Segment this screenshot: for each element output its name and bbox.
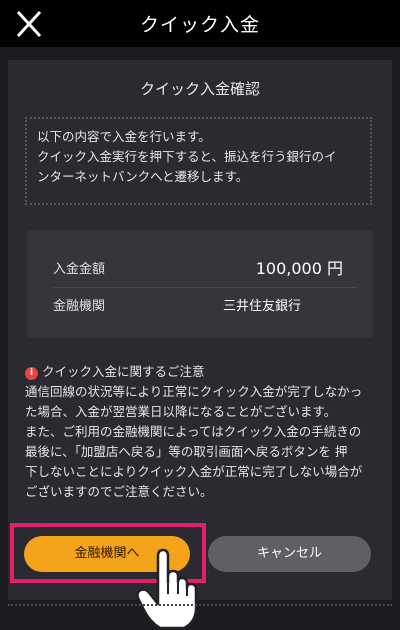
institution-value: 三井住友銀行 xyxy=(223,299,302,314)
info-icon: i xyxy=(25,367,38,380)
amount-value: 100,000 円 xyxy=(255,259,343,278)
notice-box: 以下の内容で入金を行います。 クイック入金実行を押下すると、振込を行う銀行のイ … xyxy=(25,117,372,205)
confirm-title: クイック入金確認 xyxy=(139,80,260,98)
caution-line: ございますのでご注意ください。 xyxy=(25,484,213,499)
cancel-button[interactable]: キャンセル xyxy=(208,536,371,572)
caution-line: 下しないことによりクイック入金が正常に完了しない場合が xyxy=(25,464,363,479)
caution-line: また、ご利用の金融機関によってはクイック入金の手続きの xyxy=(25,424,362,439)
summary-card: 入金金額 100,000 円 金融機関 三井住友銀行 xyxy=(27,230,373,338)
caution-line: た場合、入金が翌営業日以降になることがございます。 xyxy=(25,404,337,419)
institution-label: 金融機関 xyxy=(53,299,106,314)
caution-heading: i クイック入金に関するご注意 xyxy=(25,362,380,382)
caution-line: 最後に、「加盟店へ戻る」等の取引画面へ戻るボタンを 押 xyxy=(25,444,348,459)
notice-line: クイック入金実行を押下すると、振込を行う銀行のイ xyxy=(37,149,337,164)
caution-title: クイック入金に関するご注意 xyxy=(42,364,205,379)
bottom-divider xyxy=(8,604,392,606)
notice-line: 以下の内容で入金を行います。 xyxy=(37,129,211,144)
notice-line: ンターネットバンクへと遷移します。 xyxy=(37,169,249,184)
caution-line: 通信回線の状況等により正常にクイック入金が完了しなかっ xyxy=(25,384,363,399)
page-title: クイック入金 xyxy=(139,14,260,36)
caution-section: i クイック入金に関するご注意 通信回線の状況等により正常にクイック入金が完了しな… xyxy=(25,362,380,502)
hand-pointer-icon xyxy=(136,548,198,630)
header-bar: クイック入金 xyxy=(0,0,400,47)
summary-divider xyxy=(53,287,357,288)
